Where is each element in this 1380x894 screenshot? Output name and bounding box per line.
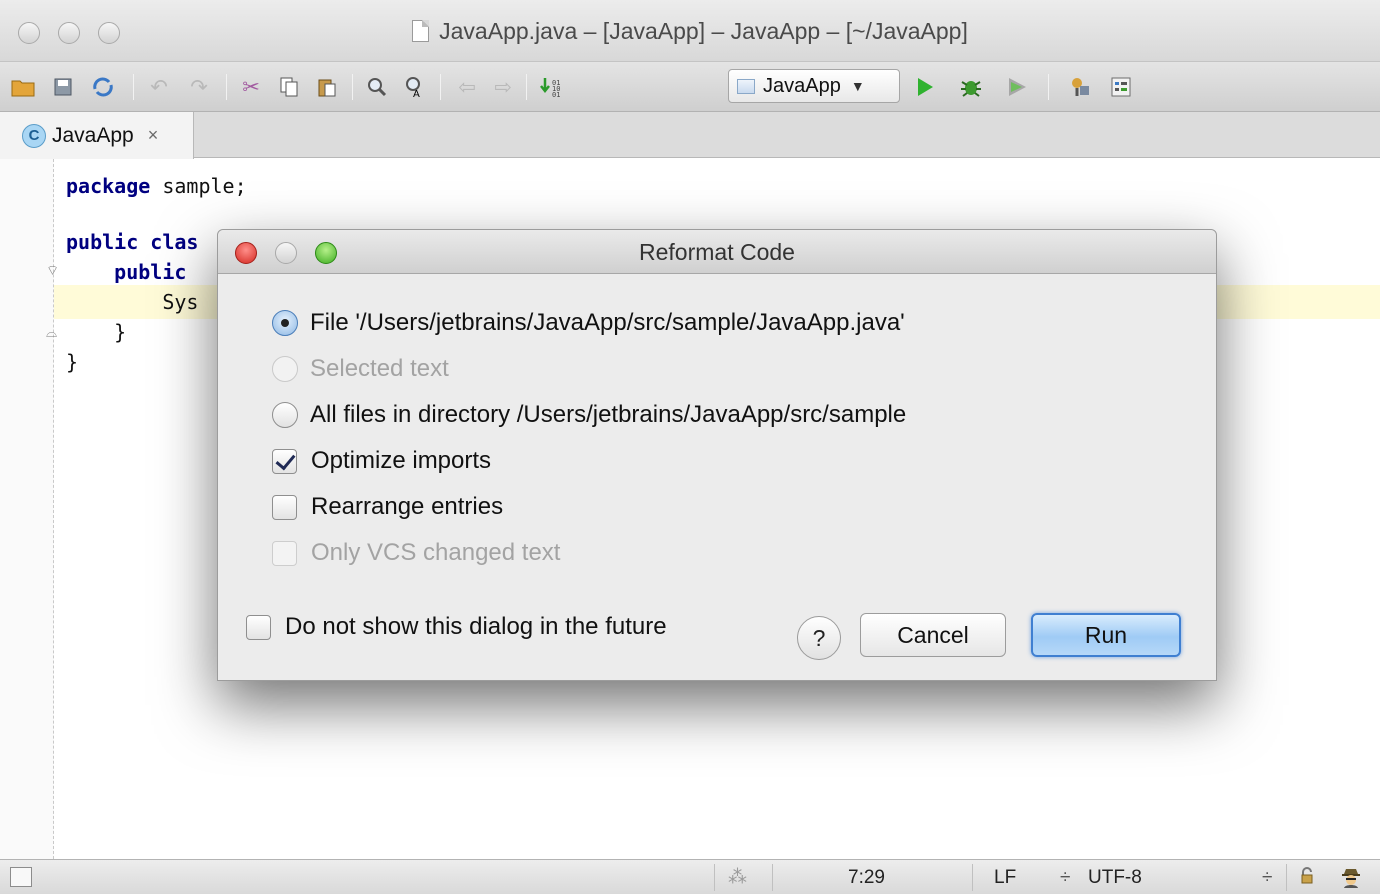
cut-icon[interactable]: ✂ (236, 72, 266, 102)
checkbox[interactable] (272, 540, 297, 566)
reformat-code-dialog: Reformat Code File '/Users/jetbrains/Jav… (217, 229, 1217, 681)
forward-icon[interactable]: ⇨ (488, 72, 518, 102)
toolbar-separator (133, 74, 134, 100)
code-line: public (66, 257, 186, 287)
dialog-titlebar: Reformat Code (218, 230, 1216, 274)
window-titlebar: JavaApp.java – [JavaApp] – JavaApp – [~/… (0, 0, 1380, 62)
line-separator-chevron-icon[interactable]: ÷ (1060, 867, 1070, 889)
run-icon[interactable] (910, 72, 940, 102)
tab-javaapp[interactable]: C JavaApp × (0, 112, 194, 159)
inspector-icon[interactable] (1340, 867, 1362, 889)
option-label: Only VCS changed text (311, 539, 561, 566)
option-label: File '/Users/jetbrains/JavaApp/src/sampl… (310, 309, 905, 336)
dialog-title: Reformat Code (639, 238, 795, 265)
fold-start-icon[interactable]: ⌔ (46, 263, 59, 278)
run-button[interactable]: Run (1031, 613, 1181, 657)
code-text: Sys (162, 290, 199, 314)
cancel-button[interactable]: Cancel (860, 613, 1006, 657)
document-icon (412, 20, 430, 42)
status-separator (772, 864, 773, 891)
option-label: Optimize imports (311, 447, 492, 474)
only-vcs-changed-checkbox[interactable]: Only VCS changed text (272, 538, 560, 568)
sync-icon[interactable] (88, 72, 118, 102)
paste-icon[interactable] (312, 72, 342, 102)
option-all-files-radio[interactable]: All files in directory /Users/jetbrains/… (272, 400, 906, 430)
toolbar-separator (352, 74, 353, 100)
checkbox[interactable] (246, 614, 271, 640)
code-line: package sample; (66, 171, 247, 201)
svg-text:A: A (413, 89, 420, 98)
toolbar-separator (226, 74, 227, 100)
code-line: public clas (66, 227, 198, 257)
help-button[interactable]: ? (797, 616, 841, 660)
run-configuration-selector[interactable]: JavaApp ▼ (728, 69, 900, 103)
encoding-label[interactable]: UTF-8 (1088, 867, 1142, 889)
find-icon[interactable] (362, 72, 392, 102)
undo-icon[interactable]: ↶ (144, 72, 174, 102)
coverage-icon[interactable] (1002, 72, 1032, 102)
toolbar-separator (440, 74, 441, 100)
replace-icon[interactable]: A (400, 72, 430, 102)
checkbox[interactable] (272, 494, 297, 520)
status-bar: ⁂ 7:29 LF ÷ UTF-8 ÷ (0, 859, 1380, 894)
code-text: } (66, 350, 79, 374)
toolbar-separator (526, 74, 527, 100)
run-configuration-label: JavaApp (763, 74, 841, 97)
debug-icon[interactable] (956, 72, 986, 102)
save-icon[interactable] (48, 72, 78, 102)
toolbar-separator (1048, 74, 1049, 100)
option-label: Do not show this dialog in the future (285, 613, 667, 640)
tool-windows-toggle-icon[interactable] (10, 867, 32, 887)
lock-icon[interactable] (1300, 867, 1314, 889)
status-separator (714, 864, 715, 891)
optimize-imports-checkbox[interactable]: Optimize imports (272, 446, 491, 476)
do-not-show-checkbox[interactable]: Do not show this dialog in the future (246, 612, 667, 642)
run-configuration-icon (737, 78, 755, 94)
project-structure-icon[interactable] (1066, 72, 1096, 102)
svg-text:01: 01 (552, 91, 560, 98)
code-keyword: package (66, 174, 151, 198)
background-tasks-spinner-icon: ⁂ (728, 867, 747, 888)
checkbox[interactable] (272, 448, 297, 474)
option-label: Selected text (310, 355, 449, 382)
caret-position[interactable]: 7:29 (848, 867, 885, 889)
code-line: } (66, 347, 78, 377)
tab-label: JavaApp (52, 123, 134, 147)
rearrange-entries-checkbox[interactable]: Rearrange entries (272, 492, 503, 522)
option-selected-text-radio[interactable]: Selected text (272, 354, 449, 384)
make-project-icon[interactable]: 01 10 01 (536, 72, 566, 102)
radio-button[interactable] (272, 356, 298, 382)
sdk-icon[interactable] (1106, 72, 1136, 102)
code-text: } (114, 320, 127, 344)
code-line: } (66, 317, 126, 347)
open-folder-icon[interactable] (8, 72, 38, 102)
class-icon: C (22, 123, 46, 148)
redo-icon[interactable]: ↷ (184, 72, 214, 102)
option-label: All files in directory /Users/jetbrains/… (310, 401, 907, 428)
code-keyword: public (114, 260, 187, 284)
code-keyword: public clas (66, 230, 199, 254)
back-icon[interactable]: ⇦ (452, 72, 482, 102)
copy-icon[interactable] (274, 72, 304, 102)
status-separator (972, 864, 973, 891)
radio-button[interactable] (272, 402, 298, 428)
encoding-chevron-icon[interactable]: ÷ (1262, 867, 1272, 889)
line-separator-label[interactable]: LF (994, 867, 1016, 889)
main-toolbar: ↶ ↷ ✂ A ⇦ ⇨ 01 10 01 JavaApp ▼ (0, 62, 1380, 112)
chevron-down-icon: ▼ (850, 78, 865, 94)
status-separator (1286, 864, 1287, 891)
code-line: Sys (66, 287, 198, 317)
editor-tabbar: C JavaApp × (0, 112, 1380, 159)
option-file-radio[interactable]: File '/Users/jetbrains/JavaApp/src/sampl… (272, 308, 905, 338)
radio-button[interactable] (272, 310, 298, 336)
window-title-container: JavaApp.java – [JavaApp] – JavaApp – [~/… (0, 0, 1380, 62)
window-title: JavaApp.java – [JavaApp] – JavaApp – [~/… (439, 17, 968, 44)
fold-end-icon[interactable]: ⌓ (46, 325, 59, 340)
code-text: sample; (150, 174, 247, 198)
option-label: Rearrange entries (311, 493, 504, 520)
close-tab-icon[interactable]: × (148, 125, 159, 146)
